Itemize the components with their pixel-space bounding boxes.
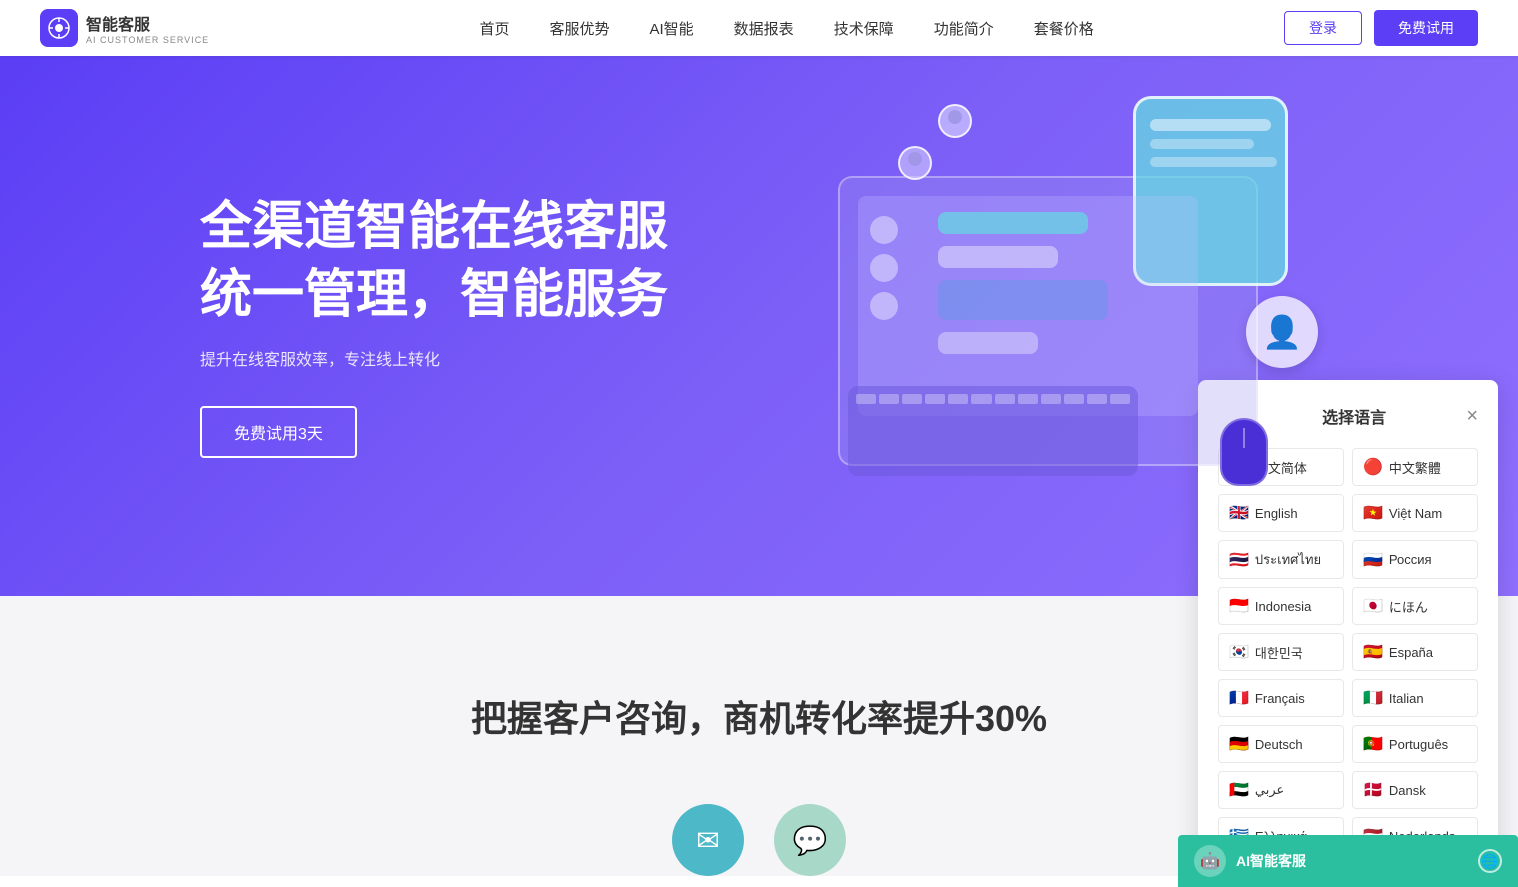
nav-advantage[interactable]: 客服优势 xyxy=(549,18,609,39)
nav-home[interactable]: 首页 xyxy=(479,18,509,39)
flag-kr: 🇰🇷 xyxy=(1229,642,1249,662)
lang-name-de: Deutsch xyxy=(1255,737,1303,752)
flag-pt: 🇵🇹 xyxy=(1363,734,1383,754)
hero-trial-button[interactable]: 免费试用3天 xyxy=(200,406,357,458)
flag-de: 🇩🇪 xyxy=(1229,734,1249,754)
lang-name-it: Italian xyxy=(1389,691,1424,706)
logo-icon xyxy=(40,9,78,47)
logo: 智能客服 AI CUSTOMER SERVICE xyxy=(40,9,209,47)
hero-content: 全渠道智能在线客服 统一管理，智能服务 提升在线客服效率，专注线上转化 免费试用… xyxy=(200,194,740,457)
chat-header-bar[interactable]: 🤖 AI智能客服 🌐 xyxy=(1178,835,1518,887)
lang-item-dk[interactable]: 🇩🇰 Dansk xyxy=(1352,771,1478,809)
lang-item-pt[interactable]: 🇵🇹 Português xyxy=(1352,725,1478,763)
lang-name-pt: Português xyxy=(1389,737,1448,752)
chat-avatar: 🤖 xyxy=(1194,845,1226,877)
lang-name-kr: 대한민국 xyxy=(1255,643,1303,662)
wechat-icon: 💬 xyxy=(774,804,846,876)
lang-item-de[interactable]: 🇩🇪 Deutsch xyxy=(1218,725,1344,763)
header-actions: 登录 免费试用 xyxy=(1284,10,1478,46)
lang-name-ar: عربي xyxy=(1255,782,1284,798)
main-nav: 首页 客服优势 AI智能 数据报表 技术保障 功能简介 套餐价格 xyxy=(289,18,1284,39)
hero-section: 全渠道智能在线客服 统一管理，智能服务 提升在线客服效率，专注线上转化 免费试用… xyxy=(0,56,1518,596)
lang-name-id: Indonesia xyxy=(1255,599,1311,614)
lang-name-jp: にほん xyxy=(1389,597,1428,616)
logo-sub: AI CUSTOMER SERVICE xyxy=(86,35,209,45)
logo-main: 智能客服 xyxy=(86,11,209,35)
flag-dk: 🇩🇰 xyxy=(1363,780,1383,800)
lang-name-dk: Dansk xyxy=(1389,783,1426,798)
logo-text: 智能客服 AI CUSTOMER SERVICE xyxy=(86,11,209,45)
nav-features[interactable]: 功能简介 xyxy=(934,18,994,39)
login-button[interactable]: 登录 xyxy=(1284,11,1362,45)
nav-ai[interactable]: AI智能 xyxy=(649,18,693,39)
lang-item-kr[interactable]: 🇰🇷 대한민국 xyxy=(1218,633,1344,671)
lang-name-fr: Français xyxy=(1255,691,1305,706)
section-second-title: 把握客户咨询，商机转化率提升30% xyxy=(471,690,1047,742)
flag-ar: 🇦🇪 xyxy=(1229,780,1249,800)
lang-item-ar[interactable]: 🇦🇪 عربي xyxy=(1218,771,1344,809)
lang-item-es[interactable]: 🇪🇸 España xyxy=(1352,633,1478,671)
lang-name-es: España xyxy=(1389,645,1433,660)
hero-title: 全渠道智能在线客服 统一管理，智能服务 xyxy=(200,194,740,329)
hero-illustration: 👤 xyxy=(818,56,1518,596)
icon-row: ✉ 💬 xyxy=(672,804,846,876)
hero-subtitle: 提升在线客服效率，专注线上转化 xyxy=(200,346,740,370)
nav-data[interactable]: 数据报表 xyxy=(734,18,794,39)
flag-fr: 🇫🇷 xyxy=(1229,688,1249,708)
nav-tech[interactable]: 技术保障 xyxy=(834,18,894,39)
lang-item-it[interactable]: 🇮🇹 Italian xyxy=(1352,679,1478,717)
chat-widget: 🤖 AI智能客服 🌐 xyxy=(1178,835,1518,887)
chat-title: AI智能客服 xyxy=(1236,851,1306,871)
globe-icon[interactable]: 🌐 xyxy=(1478,849,1502,873)
flag-id: 🇮🇩 xyxy=(1229,596,1249,616)
mail-icon: ✉ xyxy=(672,804,744,876)
lang-item-fr[interactable]: 🇫🇷 Français xyxy=(1218,679,1344,717)
flag-es: 🇪🇸 xyxy=(1363,642,1383,662)
nav-pricing[interactable]: 套餐价格 xyxy=(1034,18,1094,39)
flag-it: 🇮🇹 xyxy=(1363,688,1383,708)
header: 智能客服 AI CUSTOMER SERVICE 首页 客服优势 AI智能 数据… xyxy=(0,0,1518,56)
header-trial-button[interactable]: 免费试用 xyxy=(1374,10,1478,46)
flag-jp: 🇯🇵 xyxy=(1363,596,1383,616)
